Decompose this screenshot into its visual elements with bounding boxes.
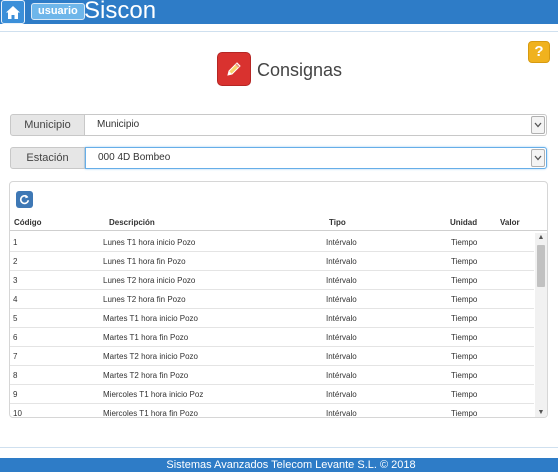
municipio-select[interactable]: Municipio xyxy=(85,114,547,136)
table-row[interactable]: 2 Lunes T1 hora fin Pozo Intérvalo Tiemp… xyxy=(10,252,534,271)
cell-codigo: 1 xyxy=(13,238,18,247)
user-badge[interactable]: usuario xyxy=(31,3,85,20)
cell-codigo: 9 xyxy=(13,390,18,399)
pencil-icon xyxy=(217,52,251,86)
municipio-label: Municipio xyxy=(10,114,85,136)
estacion-label: Estación xyxy=(10,147,85,169)
estacion-select[interactable]: 000 4D Bombeo xyxy=(85,147,547,169)
cell-descripcion: Lunes T2 hora inicio Pozo xyxy=(103,276,196,285)
footer-text: Sistemas Avanzados Telecom Levante S.L. … xyxy=(166,459,416,471)
table-body: 1 Lunes T1 hora inicio Pozo Intérvalo Ti… xyxy=(10,233,547,418)
cell-codigo: 5 xyxy=(13,314,18,323)
cell-tipo: Intérvalo xyxy=(326,371,357,380)
cell-codigo: 4 xyxy=(13,295,18,304)
table-row[interactable]: 8 Martes T2 hora fin Pozo Intérvalo Tiem… xyxy=(10,366,534,385)
page-title: Consignas xyxy=(257,60,343,80)
cell-tipo: Intérvalo xyxy=(326,314,357,323)
column-header-codigo[interactable]: Código xyxy=(14,215,42,230)
cell-unidad: Tiempo xyxy=(451,409,478,418)
consignas-panel: Código Descripción Tipo Unidad Valor 1 L… xyxy=(9,181,548,418)
cell-codigo: 10 xyxy=(13,409,22,418)
table-row[interactable]: 4 Lunes T2 hora fin Pozo Intérvalo Tiemp… xyxy=(10,290,534,309)
cell-descripcion: Martes T2 hora fin Pozo xyxy=(103,371,189,380)
cell-codigo: 7 xyxy=(13,352,18,361)
municipio-row: Municipio Municipio xyxy=(10,114,547,136)
cell-descripcion: Miercoles T1 hora inicio Poz xyxy=(103,390,204,399)
cell-unidad: Tiempo xyxy=(451,333,478,342)
top-navbar: usuario Siscon xyxy=(0,0,558,24)
cell-tipo: Intérvalo xyxy=(326,352,357,361)
cell-unidad: Tiempo xyxy=(451,390,478,399)
cell-codigo: 6 xyxy=(13,333,18,342)
cell-tipo: Intérvalo xyxy=(326,276,357,285)
help-icon[interactable]: ? xyxy=(528,41,550,63)
cell-tipo: Intérvalo xyxy=(326,390,357,399)
table-row[interactable]: 3 Lunes T2 hora inicio Pozo Intérvalo Ti… xyxy=(10,271,534,290)
table-row[interactable]: 5 Martes T1 hora inicio Pozo Intérvalo T… xyxy=(10,309,534,328)
cell-descripcion: Lunes T1 hora inicio Pozo xyxy=(103,238,196,247)
home-icon[interactable] xyxy=(1,0,25,24)
divider xyxy=(0,447,558,448)
divider xyxy=(0,31,558,32)
cell-unidad: Tiempo xyxy=(451,238,478,247)
cell-descripcion: Martes T1 hora fin Pozo xyxy=(103,333,189,342)
column-header-unidad[interactable]: Unidad xyxy=(450,215,477,230)
cell-descripcion: Lunes T1 hora fin Pozo xyxy=(103,257,186,266)
estacion-row: Estación 000 4D Bombeo xyxy=(10,147,547,169)
cell-unidad: Tiempo xyxy=(451,276,478,285)
table-row[interactable]: 6 Martes T1 hora fin Pozo Intérvalo Tiem… xyxy=(10,328,534,347)
chevron-down-icon[interactable] xyxy=(531,149,545,167)
cell-unidad: Tiempo xyxy=(451,352,478,361)
table-row[interactable]: 1 Lunes T1 hora inicio Pozo Intérvalo Ti… xyxy=(10,233,534,252)
app-title: Siscon xyxy=(84,0,157,24)
column-header-descripcion[interactable]: Descripción xyxy=(109,215,155,230)
cell-tipo: Intérvalo xyxy=(326,333,357,342)
estacion-value: 000 4D Bombeo xyxy=(98,152,171,163)
scroll-up-icon[interactable]: ▲ xyxy=(535,233,547,243)
table-scrollbar[interactable]: ▲ ▼ xyxy=(535,233,547,417)
cell-unidad: Tiempo xyxy=(451,371,478,380)
column-header-tipo[interactable]: Tipo xyxy=(329,215,346,230)
cell-unidad: Tiempo xyxy=(451,257,478,266)
cell-tipo: Intérvalo xyxy=(326,295,357,304)
table-row[interactable]: 7 Martes T2 hora inicio Pozo Intérvalo T… xyxy=(10,347,534,366)
cell-codigo: 8 xyxy=(13,371,18,380)
cell-descripcion: Lunes T2 hora fin Pozo xyxy=(103,295,186,304)
cell-codigo: 2 xyxy=(13,257,18,266)
table-row[interactable]: 10 Miercoles T1 hora fin Pozo Intérvalo … xyxy=(10,404,534,418)
municipio-value: Municipio xyxy=(97,119,140,130)
cell-tipo: Intérvalo xyxy=(326,257,357,266)
chevron-down-icon[interactable] xyxy=(531,116,545,134)
refresh-icon[interactable] xyxy=(16,191,33,208)
footer: Sistemas Avanzados Telecom Levante S.L. … xyxy=(0,458,558,472)
cell-tipo: Intérvalo xyxy=(326,238,357,247)
table-row[interactable]: 9 Miercoles T1 hora inicio Poz Intérvalo… xyxy=(10,385,534,404)
cell-tipo: Intérvalo xyxy=(326,409,357,418)
cell-descripcion: Martes T1 hora inicio Pozo xyxy=(103,314,199,323)
scroll-down-icon[interactable]: ▼ xyxy=(535,408,547,417)
cell-descripcion: Martes T2 hora inicio Pozo xyxy=(103,352,199,361)
scroll-thumb[interactable] xyxy=(537,245,545,287)
cell-unidad: Tiempo xyxy=(451,295,478,304)
cell-codigo: 3 xyxy=(13,276,18,285)
column-header-valor[interactable]: Valor xyxy=(500,215,520,230)
cell-descripcion: Miercoles T1 hora fin Pozo xyxy=(103,409,199,418)
table-header: Código Descripción Tipo Unidad Valor xyxy=(10,215,547,231)
cell-unidad: Tiempo xyxy=(451,314,478,323)
